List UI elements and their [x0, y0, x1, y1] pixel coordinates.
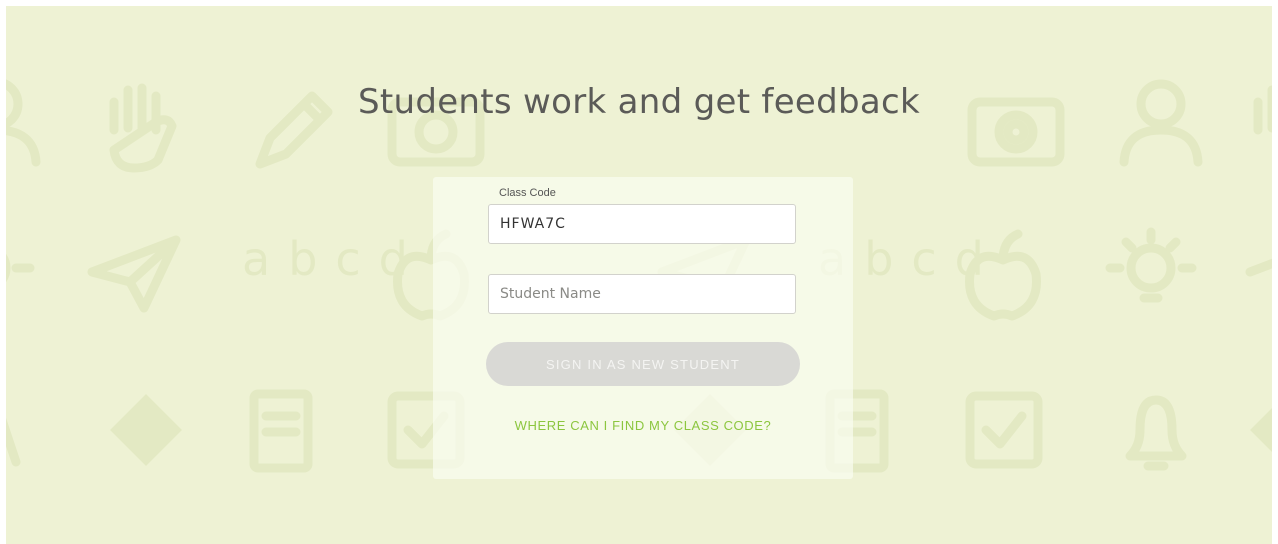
person-icon — [6, 417, 21, 467]
sign-in-card: Class Code SIGN IN AS NEW STUDENT WHERE … — [433, 177, 853, 479]
lightbulb-icon — [6, 253, 35, 283]
apple-icon — [965, 229, 1041, 321]
class-code-label: Class Code — [499, 187, 556, 199]
bell-icon — [1125, 395, 1187, 471]
abcd-letters-icon: abcd — [242, 232, 426, 286]
find-class-code-link[interactable]: WHERE CAN I FIND MY CLASS CODE? — [433, 418, 853, 433]
eraser-icon — [1250, 408, 1272, 452]
checkbox-icon — [965, 391, 1043, 469]
sign-in-screen: abcd abcd Students work and get feedback… — [6, 6, 1272, 544]
paper-plane-icon — [1245, 258, 1272, 277]
sign-in-new-student-button[interactable]: SIGN IN AS NEW STUDENT — [486, 342, 800, 386]
lightbulb-icon — [1105, 227, 1197, 303]
class-code-input[interactable] — [488, 204, 796, 244]
document-icon — [249, 389, 313, 473]
page-headline: Students work and get feedback — [357, 82, 921, 122]
student-name-input[interactable] — [488, 274, 796, 314]
paper-plane-icon — [87, 235, 181, 313]
eraser-icon — [110, 394, 182, 466]
